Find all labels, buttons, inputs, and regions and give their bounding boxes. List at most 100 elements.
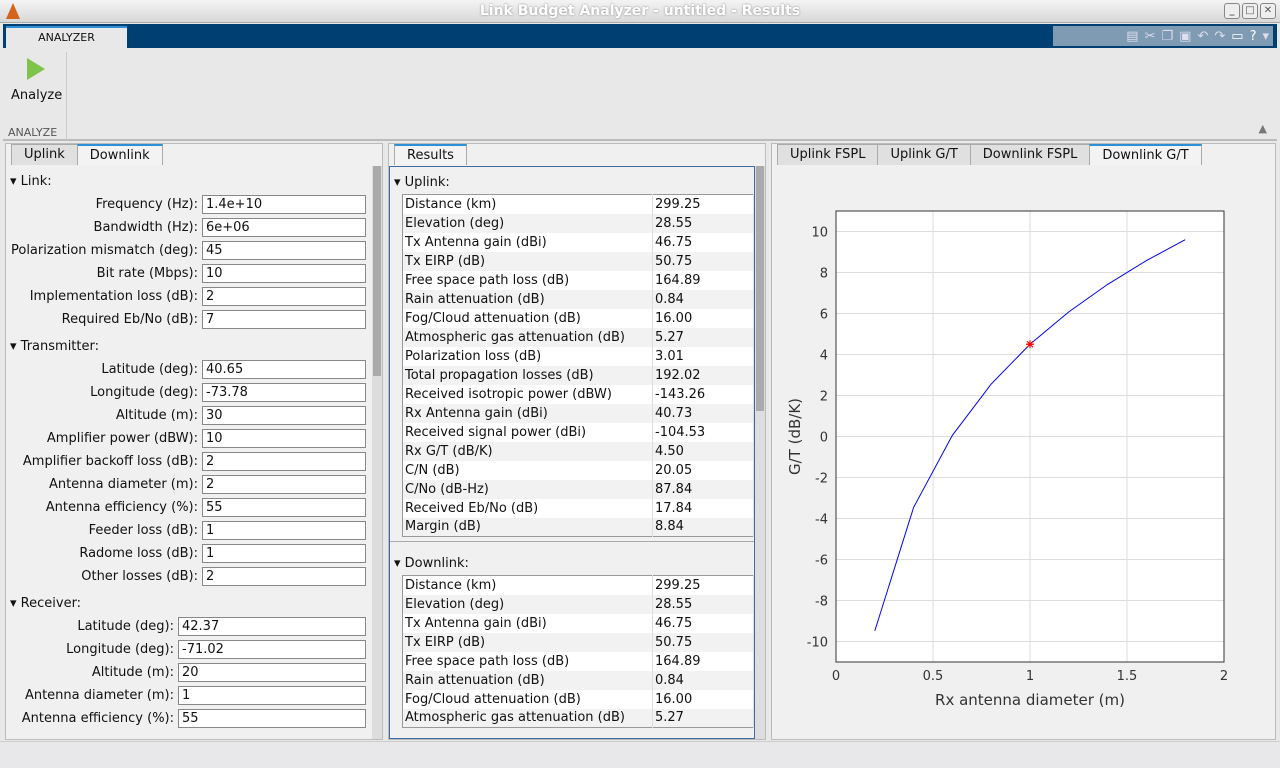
field-input[interactable]: 10: [202, 429, 366, 448]
field-input[interactable]: 7: [202, 310, 366, 329]
field-input[interactable]: 20: [178, 663, 366, 682]
table-row: Elevation (deg) 28.55: [402, 213, 754, 233]
table-row: Polarization loss (dB) 3.01: [402, 346, 754, 366]
undo-icon[interactable]: ↶: [1197, 29, 1208, 44]
field-input[interactable]: 1: [202, 521, 366, 540]
copy-icon[interactable]: ❐: [1162, 29, 1174, 44]
table-row: Tx EIRP (dB) 50.75: [402, 251, 754, 271]
field-input[interactable]: 2: [202, 567, 366, 586]
table-row: Elevation (deg) 28.55: [402, 594, 754, 614]
form-row: Bit rate (Mbps): 10: [6, 262, 372, 285]
tab-results[interactable]: Results: [394, 144, 467, 165]
analyze-button[interactable]: Analyze: [11, 58, 62, 103]
field-label: Longitude (deg):: [66, 642, 174, 657]
x-tick-label: 2: [1220, 669, 1228, 684]
field-input[interactable]: 42.37: [178, 617, 366, 636]
table-row: Tx EIRP (dB) 50.75: [402, 632, 754, 652]
field-input[interactable]: 2: [202, 475, 366, 494]
field-input[interactable]: 55: [178, 709, 366, 728]
field-input[interactable]: -73.78: [202, 383, 366, 402]
field-label: Other losses (dB):: [81, 569, 198, 584]
save-icon[interactable]: ▤: [1126, 29, 1138, 44]
paste-icon[interactable]: ▣: [1179, 29, 1191, 44]
result-value: -143.26: [652, 384, 754, 404]
result-value: 192.02: [652, 365, 754, 385]
plot-panel: Uplink FSPL Uplink G/T Downlink FSPL Downli…: [771, 143, 1276, 740]
help-icon[interactable]: ?: [1250, 29, 1257, 44]
redo-icon[interactable]: ↷: [1214, 29, 1225, 44]
scroll-thumb[interactable]: [373, 166, 381, 376]
section-header-transmitter[interactable]: ▾ Transmitter:: [10, 339, 372, 354]
result-label: Total propagation losses (dB): [402, 365, 653, 385]
result-value: 299.25: [652, 194, 754, 214]
uplink-section-header[interactable]: ▾ Uplink:: [394, 175, 754, 190]
maximize-icon[interactable]: □: [1242, 3, 1258, 19]
field-input[interactable]: 45: [202, 241, 366, 260]
table-row: Total propagation losses (dB) 192.02: [402, 365, 754, 385]
result-label: Free space path loss (dB): [402, 651, 653, 671]
field-input[interactable]: 6e+06: [202, 218, 366, 237]
form-row: Antenna efficiency (%): 55: [6, 496, 372, 519]
tab-downlink-fspl[interactable]: Downlink FSPL: [969, 144, 1091, 165]
result-label: Polarization loss (dB): [402, 346, 653, 366]
table-row: Atmospheric gas attenuation (dB) 5.27: [402, 327, 754, 347]
result-value: 87.84: [652, 479, 754, 499]
field-label: Altitude (m):: [115, 408, 198, 423]
result-value: 5.27: [652, 708, 754, 728]
field-input[interactable]: 55: [202, 498, 366, 517]
scrollbar[interactable]: [755, 166, 765, 739]
result-value: 46.75: [652, 613, 754, 633]
cut-icon[interactable]: ✂: [1145, 29, 1156, 44]
x-tick-label: 1: [1026, 669, 1034, 684]
collapse-ribbon-icon[interactable]: ▲: [1259, 122, 1267, 135]
dropdown-icon[interactable]: ▾: [1262, 29, 1269, 44]
field-label: Amplifier power (dBW):: [46, 431, 198, 446]
field-input[interactable]: 1: [202, 544, 366, 563]
scrollbar[interactable]: [372, 166, 382, 739]
form-row: Antenna efficiency (%): 55: [6, 707, 372, 730]
tab-uplink[interactable]: Uplink: [11, 144, 78, 165]
form-row: Radome loss (dB): 1: [6, 542, 372, 565]
tab-downlink[interactable]: Downlink: [76, 144, 163, 165]
field-input[interactable]: 40.65: [202, 360, 366, 379]
x-axis-label: Rx antenna diameter (m): [935, 691, 1125, 709]
minimize-icon[interactable]: _: [1224, 3, 1240, 19]
result-value: 16.00: [652, 308, 754, 328]
field-input[interactable]: 10: [202, 264, 366, 283]
field-input[interactable]: 2: [202, 452, 366, 471]
tab-uplink-g-t[interactable]: Uplink G/T: [877, 144, 971, 165]
field-input[interactable]: -71.02: [178, 640, 366, 659]
form-row: Implementation loss (dB): 2: [6, 285, 372, 308]
result-value: 16.00: [652, 689, 754, 709]
field-input[interactable]: 1.4e+10: [202, 195, 366, 214]
result-label: Elevation (deg): [402, 213, 653, 233]
section-title: Receiver:: [20, 596, 82, 611]
tab-analyzer[interactable]: ANALYZER: [6, 26, 127, 48]
result-value: 28.55: [652, 594, 754, 614]
field-input[interactable]: 30: [202, 406, 366, 425]
table-row: Received isotropic power (dBW) -143.26: [402, 384, 754, 404]
group-label: ANALYZE: [8, 126, 58, 139]
result-label: Rain attenuation (dB): [402, 289, 653, 309]
section-header-link[interactable]: ▾ Link:: [10, 174, 372, 189]
table-row: Tx Antenna gain (dBi) 46.75: [402, 613, 754, 633]
section-header-receiver[interactable]: ▾ Receiver:: [10, 596, 372, 611]
results-panel: Results ▾ Uplink: Distance (km) 299.25 Ele…: [388, 143, 766, 740]
form-row: Altitude (m): 30: [6, 404, 372, 427]
result-value: 28.55: [652, 213, 754, 233]
tab-uplink-fspl[interactable]: Uplink FSPL: [777, 144, 879, 165]
scroll-thumb[interactable]: [756, 166, 764, 411]
result-label: Fog/Cloud attenuation (dB): [402, 689, 653, 709]
result-value: 46.75: [652, 232, 754, 252]
tab-downlink-g-t[interactable]: Downlink G/T: [1089, 144, 1202, 165]
field-input[interactable]: 2: [202, 287, 366, 306]
uplink-results-table: Distance (km) 299.25 Elevation (deg) 28.55 T…: [402, 194, 754, 537]
form-row: Antenna diameter (m): 1: [6, 684, 372, 707]
downlink-section-header[interactable]: ▾ Downlink:: [394, 556, 754, 571]
window-layout-icon[interactable]: ▭: [1231, 29, 1243, 44]
close-icon[interactable]: ✕: [1260, 3, 1276, 19]
y-tick-label: -2: [815, 472, 828, 487]
ribbon-bar: ANALYZER ▤ ✂ ❐ ▣ ↶ ↷ ▭? ▾: [3, 24, 1277, 48]
result-value: 50.75: [652, 251, 754, 271]
field-input[interactable]: 1: [178, 686, 366, 705]
